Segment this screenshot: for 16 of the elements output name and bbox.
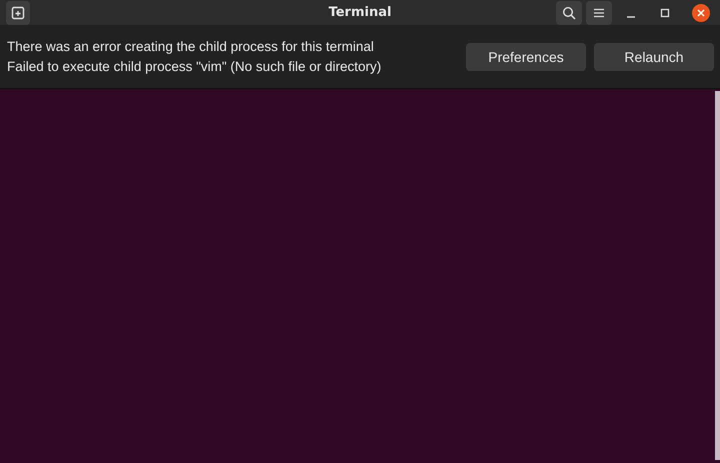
infobar-button[interactable]: Relaunch (594, 42, 714, 70)
scrollbar[interactable] (715, 91, 720, 460)
minimize-icon (627, 16, 635, 18)
new-tab-button[interactable] (6, 0, 30, 24)
window-title: Terminal (328, 5, 392, 20)
error-message: There was an error creating the child process for this terminal (7, 39, 375, 54)
menu-icon (593, 6, 605, 18)
close-icon (697, 8, 705, 16)
menu-button[interactable] (586, 0, 612, 24)
error-message: Failed to execute child process "vim" (No such file or directory) (7, 59, 382, 74)
maximize-icon (660, 8, 670, 18)
search-button[interactable] (556, 0, 582, 24)
infobar-button[interactable]: Preferences (466, 42, 586, 70)
new-tab-icon (11, 6, 25, 20)
close-button[interactable] (692, 4, 710, 22)
search-icon (562, 6, 576, 20)
